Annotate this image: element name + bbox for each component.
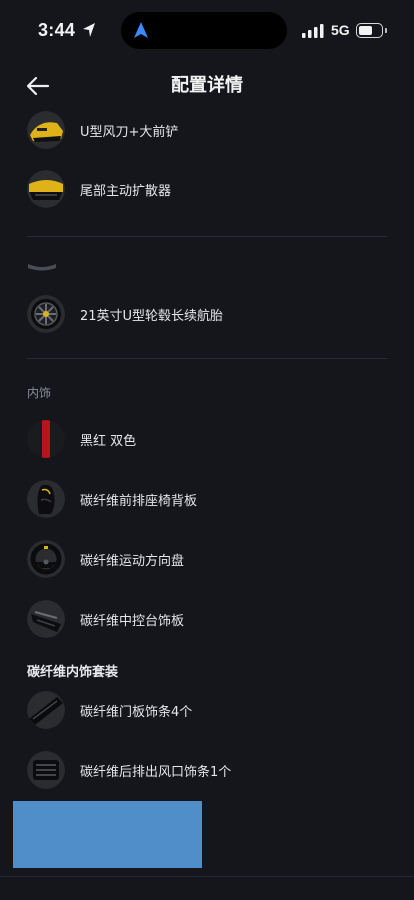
section-label-interior: 内饰 [27,386,52,400]
item-label: 黑红 双色 [80,433,137,449]
config-item-seat-back: 碳纤维前排座椅背板 [27,479,197,519]
arrow-left-icon [26,76,50,96]
divider [27,358,387,359]
config-item-front-spoiler: U型风刀+大前铲 [27,110,178,150]
location-arrow-icon [83,23,95,37]
wheel-thumbnail [27,295,65,333]
vent-trim-thumbnail [27,751,65,789]
item-label: U型风刀+大前铲 [80,124,179,140]
config-item-steering-wheel: 碳纤维运动方向盘 [27,539,184,579]
status-time: 3:44 [38,20,76,40]
divider [27,236,387,237]
back-button[interactable] [24,72,52,100]
battery-tip [385,28,387,33]
color-swatch-thumbnail [27,420,65,458]
battery-icon [356,23,383,38]
item-label: 碳纤维前排座椅背板 [80,493,198,509]
console-trim-thumbnail [27,600,65,638]
item-label: 21英寸U型轮毂长续航胎 [80,308,224,324]
redaction-block [13,801,202,868]
bottom-divider [0,876,414,877]
item-label: 碳纤维中控台饰板 [80,613,185,629]
group-title-carbon-kit: 碳纤维内饰套装 [27,665,119,680]
config-item-rear-diffuser: 尾部主动扩散器 [27,169,171,209]
config-item-color: 黑红 双色 [27,419,136,459]
bumper-thumbnail-partial [28,264,56,271]
steering-wheel-thumbnail [27,540,65,578]
status-bar: 3:44 5G [0,0,414,62]
config-item-door-trim: 碳纤维门板饰条4个 [27,690,192,730]
dynamic-island [121,12,287,49]
front-spoiler-thumbnail [27,111,65,149]
config-item-vent-trim: 碳纤维后排出风口饰条1个 [27,750,231,790]
item-label: 碳纤维门板饰条4个 [80,704,193,720]
config-item-console-trim: 碳纤维中控台饰板 [27,599,184,639]
item-label: 碳纤维运动方向盘 [80,553,185,569]
door-trim-thumbnail [27,691,65,729]
item-label: 尾部主动扩散器 [80,183,172,199]
battery-level [359,26,372,35]
network-type: 5G [331,22,350,38]
item-label: 碳纤维后排出风口饰条1个 [80,764,232,780]
cellular-signal-icon [302,24,324,38]
rear-diffuser-thumbnail [27,170,65,208]
config-item-wheel: 21英寸U型轮毂长续航胎 [27,294,223,334]
page-title: 配置详情 [171,75,243,96]
navigation-arrow-icon [134,22,148,38]
seat-back-thumbnail [27,480,65,518]
